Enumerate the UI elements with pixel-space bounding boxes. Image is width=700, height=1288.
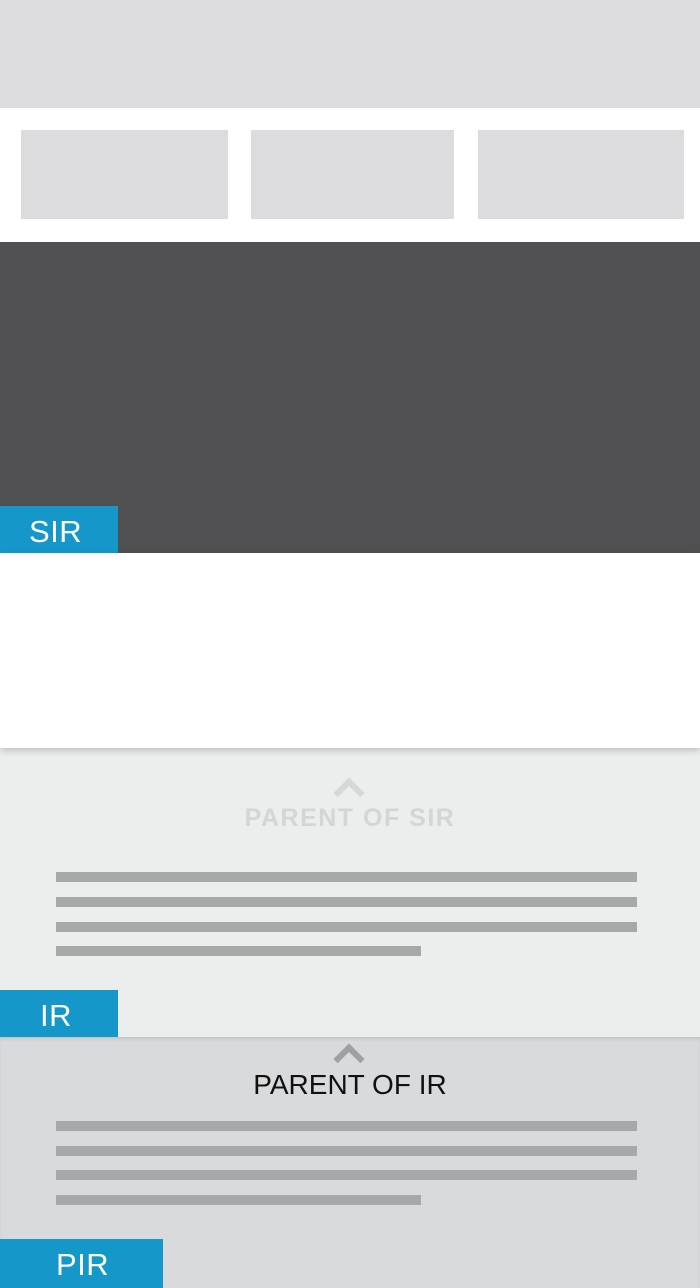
top-banner-placeholder bbox=[0, 0, 700, 108]
card-row bbox=[0, 108, 700, 242]
text-line bbox=[56, 1146, 637, 1156]
text-line bbox=[56, 946, 421, 956]
pir-tag: PIR bbox=[0, 1239, 163, 1288]
parent-of-ir-section: PARENT OF IR PIR bbox=[0, 1037, 700, 1288]
parent-of-sir-section: PARENT OF SIR IR bbox=[0, 748, 700, 1037]
card-placeholder-3[interactable] bbox=[478, 130, 684, 219]
text-line bbox=[56, 1121, 637, 1131]
content-section bbox=[0, 553, 700, 748]
text-line bbox=[56, 1195, 421, 1205]
parent-of-sir-heading: PARENT OF SIR bbox=[244, 804, 456, 832]
text-line bbox=[56, 872, 637, 882]
card-placeholder-1[interactable] bbox=[21, 130, 228, 219]
hero-block: SIR bbox=[0, 242, 700, 553]
ir-tag: IR bbox=[0, 990, 118, 1037]
text-line bbox=[56, 897, 637, 907]
card-placeholder-2[interactable] bbox=[251, 130, 454, 219]
parent-of-ir-heading: PARENT OF IR bbox=[253, 1069, 447, 1100]
text-line bbox=[56, 1170, 637, 1180]
sir-tag: SIR bbox=[0, 506, 118, 553]
text-line bbox=[56, 922, 637, 932]
